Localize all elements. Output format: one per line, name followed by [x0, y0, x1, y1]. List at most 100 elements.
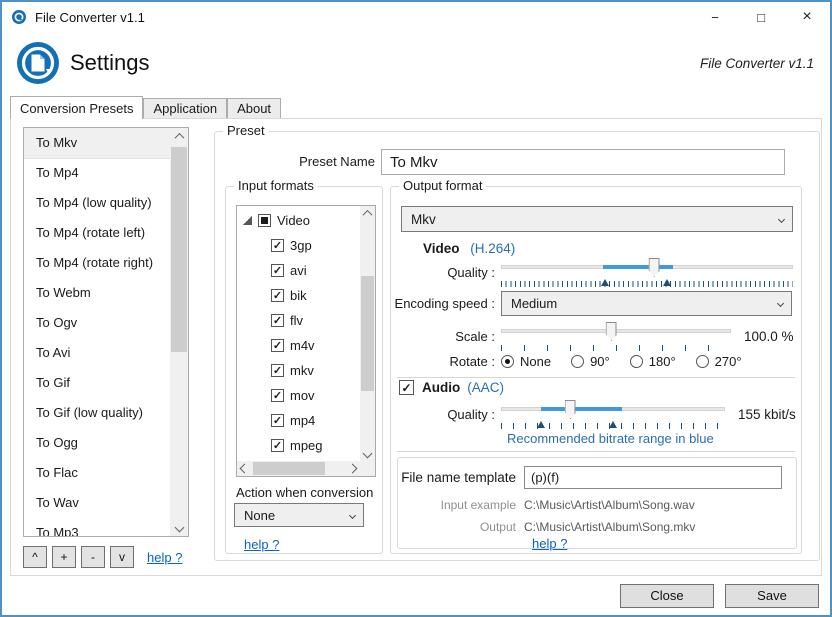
scroll-up-icon[interactable] — [360, 206, 375, 221]
rotate-radio-option[interactable]: 90° — [571, 354, 610, 369]
scroll-down-icon[interactable] — [360, 446, 375, 461]
move-preset-up-button[interactable]: ^ — [23, 546, 47, 568]
preset-groupbox: Preset Preset Name Input formats Video — [214, 123, 820, 561]
tree-format-row[interactable]: mp4 — [237, 408, 360, 433]
bitrate-note: Recommended bitrate range in blue — [507, 431, 714, 446]
preset-list-item[interactable]: To Mp4 (rotate left) — [24, 218, 170, 248]
preset-list-item[interactable]: To Gif (low quality) — [24, 398, 170, 428]
tree-format-row[interactable]: mpeg — [237, 433, 360, 458]
scroll-down-icon[interactable] — [170, 519, 188, 536]
expander-icon[interactable] — [243, 216, 252, 225]
format-checkbox[interactable] — [271, 339, 284, 352]
move-preset-down-button[interactable]: v — [110, 546, 134, 568]
preset-list-item[interactable]: To Mp4 (low quality) — [24, 188, 170, 218]
tabstrip: Conversion Presets Application About — [2, 94, 830, 119]
scrollbar-corner — [360, 461, 375, 476]
slider-recommended-range — [541, 407, 622, 411]
tree-format-row[interactable]: flv — [237, 308, 360, 333]
scroll-left-icon[interactable] — [237, 461, 252, 476]
titlebar: File Converter v1.1 − □ × — [2, 2, 830, 32]
encoding-speed-select[interactable]: Medium — [501, 291, 792, 316]
tree-format-row[interactable]: mkv — [237, 358, 360, 383]
input-formats-tree: Video 3gp — [236, 205, 376, 477]
format-checkbox[interactable] — [271, 264, 284, 277]
format-checkbox[interactable] — [271, 439, 284, 452]
rotate-radio-option[interactable]: 270° — [695, 354, 742, 369]
preset-list-item[interactable]: To Mkv — [24, 128, 170, 159]
maximize-icon[interactable]: □ — [738, 2, 784, 32]
preset-list-item[interactable]: To Mp4 (rotate right) — [24, 248, 170, 278]
add-preset-button[interactable]: + — [52, 546, 76, 568]
scrollbar-thumb[interactable] — [361, 276, 374, 391]
encoding-speed-label: Encoding speed : — [394, 296, 495, 311]
window-title: File Converter v1.1 — [35, 9, 145, 25]
tree-format-row[interactable]: bik — [237, 283, 360, 308]
preset-list-item[interactable]: To Ogg — [24, 428, 170, 458]
tab[interactable]: Conversion Presets — [10, 96, 144, 119]
format-label: flv — [290, 313, 303, 328]
preset-list-item[interactable]: To Mp4 — [24, 158, 170, 188]
tab[interactable]: Application — [143, 98, 228, 118]
rotate-radio-option[interactable]: None — [501, 354, 551, 369]
tree-vertical-scrollbar[interactable] — [360, 206, 375, 461]
scroll-up-icon[interactable] — [170, 128, 188, 145]
tab[interactable]: About — [227, 98, 282, 118]
radio-icon[interactable] — [571, 354, 585, 368]
scrollbar-thumb[interactable] — [171, 147, 187, 352]
tree-root-row[interactable]: Video — [237, 208, 360, 233]
rotate-radio-option[interactable]: 180° — [629, 354, 676, 369]
tree-horizontal-scrollbar[interactable] — [237, 461, 360, 476]
scale-slider[interactable] — [501, 321, 731, 351]
file-template-input[interactable] — [524, 466, 782, 489]
tree-format-row[interactable]: m4v — [237, 333, 360, 358]
format-checkbox[interactable] — [271, 364, 284, 377]
format-checkbox[interactable] — [271, 314, 284, 327]
tree-format-row[interactable]: 3gp — [237, 233, 360, 258]
format-checkbox[interactable] — [271, 414, 284, 427]
format-checkbox[interactable] — [271, 289, 284, 302]
tree-format-row[interactable]: mov — [237, 383, 360, 408]
radio-icon[interactable] — [501, 354, 514, 368]
preset-name-input[interactable] — [381, 149, 785, 175]
range-marker-low — [600, 279, 609, 286]
radio-icon[interactable] — [695, 354, 709, 368]
scroll-right-icon[interactable] — [345, 461, 360, 476]
video-quality-slider[interactable] — [501, 257, 793, 287]
rotate-label: Rotate : — [449, 353, 495, 369]
minimize-icon[interactable]: − — [692, 2, 738, 32]
presets-help-link[interactable]: help ? — [147, 550, 182, 565]
close-button[interactable]: Close — [620, 583, 714, 608]
scrollbar-thumb[interactable] — [253, 462, 325, 475]
input-formats-help-link[interactable]: help ? — [244, 537, 279, 552]
format-label: 3gp — [290, 238, 312, 253]
preset-list-item[interactable]: To Gif — [24, 368, 170, 398]
video-quality-row: Quality : — [391, 257, 801, 287]
file-naming-box: File name template Input example C:\Musi… — [397, 457, 797, 551]
slider-thumb[interactable] — [564, 400, 576, 419]
remove-preset-button[interactable]: - — [81, 546, 105, 568]
preset-list-item[interactable]: To Mp3 — [24, 518, 170, 536]
slider-thumb[interactable] — [648, 258, 660, 277]
radio-icon[interactable] — [629, 354, 643, 368]
preset-list-item[interactable]: To Ogv — [24, 308, 170, 338]
format-checkbox[interactable] — [271, 239, 284, 252]
preset-list-item[interactable]: To Avi — [24, 338, 170, 368]
format-checkbox[interactable] — [271, 389, 284, 402]
video-category-checkbox[interactable] — [258, 214, 271, 227]
preset-list-item[interactable]: To Webm — [24, 278, 170, 308]
close-icon[interactable]: × — [784, 2, 830, 32]
footer: Close Save — [2, 576, 830, 615]
audio-quality-slider[interactable] — [501, 399, 725, 429]
preset-list-item[interactable]: To Wav — [24, 488, 170, 518]
preset-list-item[interactable]: To Flac — [24, 458, 170, 488]
tree-format-row[interactable]: avi — [237, 258, 360, 283]
video-codec-label: (H.264) — [470, 241, 516, 256]
slider-thumb[interactable] — [605, 322, 617, 341]
output-container-select[interactable]: Mkv — [401, 206, 793, 232]
audio-codec-label: (AAC) — [467, 380, 504, 395]
preset-list-scrollbar[interactable] — [170, 128, 188, 536]
conversion-action-select[interactable]: None — [234, 503, 364, 527]
audio-enabled-checkbox[interactable] — [399, 380, 414, 395]
file-naming-help-link[interactable]: help ? — [532, 536, 567, 551]
save-button[interactable]: Save — [725, 583, 819, 608]
